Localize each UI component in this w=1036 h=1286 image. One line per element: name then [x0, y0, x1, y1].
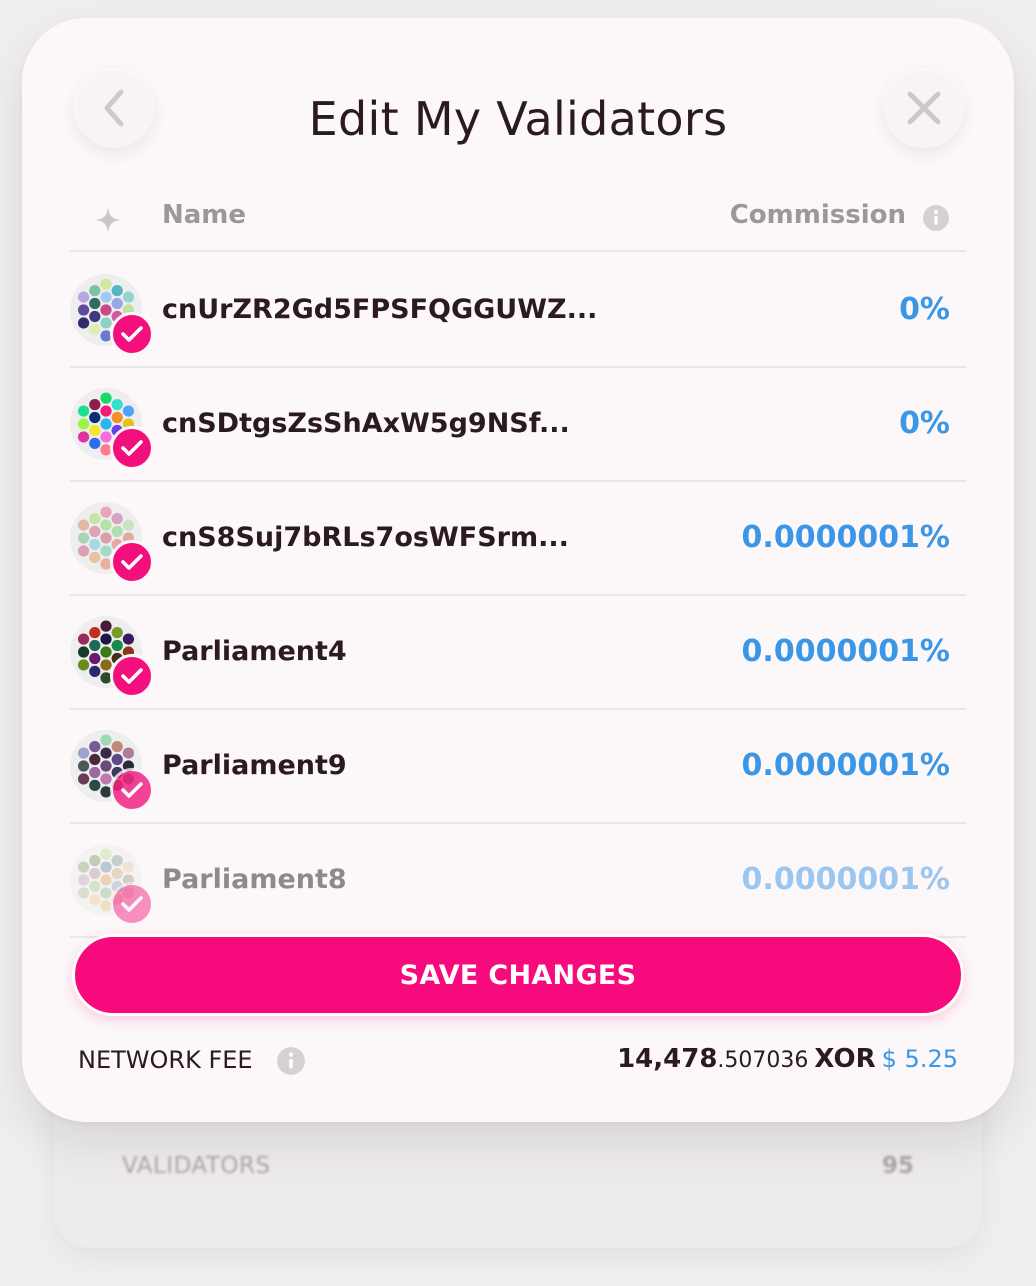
close-icon: [907, 91, 941, 125]
sparkle-icon[interactable]: [94, 206, 122, 238]
background-validators-count: 95: [881, 1153, 914, 1179]
network-fee-label: NETWORK FEE: [78, 1046, 253, 1074]
save-changes-button[interactable]: SAVE CHANGES: [72, 934, 964, 1016]
table-header: Name Commission: [70, 196, 966, 252]
selected-check-icon[interactable]: [110, 312, 154, 356]
validator-row[interactable]: Parliament8 0.0000001%: [70, 824, 966, 938]
selected-check-icon[interactable]: [110, 426, 154, 470]
name-column-header: Name: [162, 200, 247, 230]
validator-name: cnSDtgsZsShAxW5g9NSf...: [162, 408, 570, 439]
validator-row[interactable]: Parliament9 0.0000001%: [70, 710, 966, 824]
fee-amount-integer: 14,478: [617, 1044, 718, 1074]
validator-name: cnS8Suj7bRLs7osWFSrm...: [162, 522, 569, 553]
fee-usd-value: $ 5.25: [881, 1045, 958, 1073]
validator-name: cnUrZR2Gd5FPSFQGGUWZ...: [162, 294, 598, 325]
network-fee-row: NETWORK FEE 14,478.507036 XOR $ 5.25: [78, 1042, 958, 1082]
selected-check-icon[interactable]: [110, 654, 154, 698]
validator-row[interactable]: Parliament4 0.0000001%: [70, 596, 966, 710]
validator-row[interactable]: cnS8Suj7bRLs7osWFSrm... 0.0000001%: [70, 482, 966, 596]
edit-validators-dialog: Edit My Validators Name Commission cnUrZ…: [22, 18, 1014, 1122]
info-icon[interactable]: [922, 204, 950, 236]
validator-commission: 0%: [899, 406, 950, 441]
validator-list: cnUrZR2Gd5FPSFQGGUWZ... 0% cnSDtgsZsShAxW5…: [70, 254, 966, 938]
validator-commission: 0.0000001%: [741, 748, 950, 783]
network-fee-value: 14,478.507036 XOR $ 5.25: [617, 1044, 958, 1074]
close-button[interactable]: [884, 68, 964, 148]
background-validators-row: VALIDATORS 95: [122, 1150, 914, 1182]
dialog-title: Edit My Validators: [308, 92, 728, 146]
validator-name: Parliament8: [162, 864, 347, 895]
validator-commission: 0.0000001%: [741, 520, 950, 555]
background-validators-label: VALIDATORS: [122, 1153, 271, 1179]
validator-commission: 0%: [899, 292, 950, 327]
fee-amount-decimal: .507036: [717, 1048, 809, 1073]
validator-commission: 0.0000001%: [741, 634, 950, 669]
selected-check-icon[interactable]: [110, 540, 154, 584]
fee-symbol: XOR: [814, 1044, 876, 1074]
validator-row[interactable]: cnUrZR2Gd5FPSFQGGUWZ... 0%: [70, 254, 966, 368]
commission-column-header: Commission: [729, 200, 906, 230]
validator-name: Parliament4: [162, 636, 347, 667]
validator-row[interactable]: cnSDtgsZsShAxW5g9NSf... 0%: [70, 368, 966, 482]
validator-name: Parliament9: [162, 750, 347, 781]
selected-check-icon[interactable]: [110, 882, 154, 926]
fee-info-icon[interactable]: [276, 1046, 306, 1080]
selected-check-icon[interactable]: [110, 768, 154, 812]
validator-commission: 0.0000001%: [741, 862, 950, 897]
